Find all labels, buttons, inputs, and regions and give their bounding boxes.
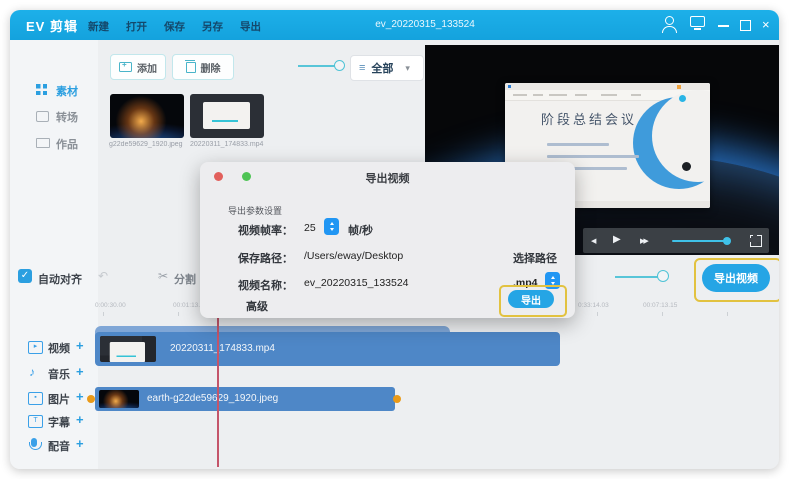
add-video-clip-button[interactable]: + — [76, 340, 84, 352]
thumbnail-size-slider-knob[interactable] — [334, 60, 345, 71]
fast-forward-icon[interactable]: ▶▶ — [640, 236, 647, 248]
fps-value[interactable]: 25 — [304, 222, 316, 234]
sidebar-item-transition[interactable]: 转场 — [10, 106, 98, 128]
app-window: EV 剪辑 新建 打开 保存 另存 导出 ev_20220315_133524 … — [10, 10, 779, 469]
player-bar: ◀ ▶ ▶▶ — [583, 228, 769, 253]
stepper-up-icon — [551, 276, 555, 279]
add-image-clip-button[interactable]: + — [76, 391, 84, 403]
fps-unit: 帧/秒 — [348, 222, 373, 238]
works-icon — [36, 138, 50, 148]
video-clip[interactable]: 20220311_174833.mp4 — [95, 332, 560, 366]
slide-title: 阶段总结会议 — [541, 109, 637, 128]
maximize-icon[interactable] — [740, 18, 751, 31]
list-icon: ≡ — [359, 62, 365, 74]
material-item-image[interactable] — [110, 94, 184, 138]
clip-trim-handle-left[interactable] — [87, 395, 95, 403]
app-logo: EV 剪辑 — [26, 16, 78, 35]
image-track-icon: ▪ — [28, 392, 43, 405]
user-icon[interactable] — [662, 16, 677, 33]
clip-trim-handle-right[interactable] — [393, 395, 401, 403]
ruler-label: 0:00:30.00 — [95, 302, 126, 309]
menu-save[interactable]: 保存 — [164, 19, 185, 34]
volume-slider-knob[interactable] — [723, 237, 731, 245]
previous-frame-icon[interactable]: ◀ — [591, 236, 596, 248]
minimize-icon[interactable] — [718, 18, 729, 27]
add-music-clip-button[interactable]: + — [76, 366, 84, 378]
fps-stepper[interactable] — [324, 218, 339, 235]
stepper-up-icon — [330, 222, 334, 225]
video-thumbnail — [190, 94, 264, 138]
transition-icon — [36, 111, 49, 122]
playhead[interactable] — [217, 310, 219, 467]
export-button[interactable]: 导出 — [508, 290, 554, 308]
music-track-icon: ♪ — [29, 366, 35, 378]
slide-cyan-dot — [679, 95, 686, 102]
document-title: ev_20220315_133524 — [340, 19, 510, 30]
image-clip[interactable]: earth-g22de59629_1920.jpeg — [95, 387, 395, 411]
screen-record-icon[interactable] — [690, 14, 705, 27]
video-name-label: 视频名称： — [238, 277, 293, 293]
sidebar-item-works[interactable]: 作品 — [10, 133, 98, 155]
play-icon[interactable]: ▶ — [613, 234, 621, 246]
delete-material-button[interactable]: 删除 — [172, 54, 234, 80]
earth-thumbnail — [110, 94, 184, 138]
add-material-button[interactable]: 添加 — [110, 54, 166, 80]
material-filter-dropdown[interactable]: ≡ 全部 ▾ — [350, 55, 424, 81]
subtitle-track-icon: T — [28, 415, 43, 428]
menu-open[interactable]: 打开 — [126, 19, 147, 34]
thumbnail-size-slider[interactable] — [298, 65, 338, 67]
choose-path-button[interactable]: 选择路径 — [513, 250, 557, 266]
export-dialog: 导出视频 导出参数设置 视频帧率： 25 帧/秒 保存路径： /Users/ew… — [200, 162, 575, 318]
stepper-down-icon — [330, 228, 334, 231]
fps-label: 视频帧率： — [238, 222, 293, 238]
undo-icon[interactable]: ↶ — [98, 269, 108, 283]
ruler-label: 0:33:14.03 — [578, 302, 609, 309]
video-clip-thumbnail — [100, 336, 156, 362]
menu-save-as[interactable]: 另存 — [202, 19, 223, 34]
material-item-video-name: 20220311_174833.mp4 — [190, 141, 276, 148]
dialog-section-label: 导出参数设置 — [228, 204, 282, 217]
dialog-title: 导出视频 — [200, 170, 575, 186]
ruler-label: 00:07:13.15 — [643, 302, 677, 309]
auto-align-label: 自动对齐 — [38, 271, 82, 287]
export-video-button[interactable]: 导出视频 — [702, 264, 770, 292]
material-item-video[interactable] — [190, 94, 264, 138]
ppt-share-icon — [677, 85, 681, 89]
advanced-button[interactable]: 高级 — [246, 298, 268, 314]
chevron-down-icon: ▾ — [405, 63, 410, 74]
volume-slider[interactable] — [672, 240, 728, 242]
add-subtitle-clip-button[interactable]: + — [76, 414, 84, 426]
auto-align-checkbox[interactable]: ✓ — [18, 269, 32, 283]
menu-new[interactable]: 新建 — [88, 19, 109, 34]
menu-export[interactable]: 导出 — [240, 19, 261, 34]
add-voiceover-clip-button[interactable]: + — [76, 438, 84, 450]
grid-icon — [36, 84, 47, 95]
save-path-label: 保存路径： — [238, 250, 293, 266]
save-path-value[interactable]: /Users/eway/Desktop — [304, 250, 403, 262]
image-clip-thumbnail — [99, 390, 139, 408]
split-label[interactable]: 分割 — [174, 271, 196, 287]
title-bar: EV 剪辑 新建 打开 保存 另存 导出 ev_20220315_133524 … — [10, 10, 779, 40]
add-folder-icon — [119, 62, 132, 72]
voiceover-track-icon — [31, 438, 37, 447]
trash-icon — [186, 62, 196, 73]
ppt-app-icon — [508, 85, 511, 88]
sidebar-item-material[interactable]: 素材 — [10, 80, 98, 102]
close-icon[interactable]: × — [762, 18, 770, 31]
export-quality-slider-knob[interactable] — [657, 270, 669, 282]
video-name-value[interactable]: ev_20220315_133524 — [304, 277, 409, 289]
export-quality-slider[interactable] — [615, 276, 660, 278]
video-track-icon: ▸ — [28, 341, 43, 354]
fullscreen-icon[interactable] — [750, 235, 762, 247]
slide-dark-dot — [682, 162, 691, 171]
material-item-image-name: g22de59629_1920.jpeg — [109, 141, 195, 148]
split-icon[interactable]: ✂ — [158, 269, 168, 283]
